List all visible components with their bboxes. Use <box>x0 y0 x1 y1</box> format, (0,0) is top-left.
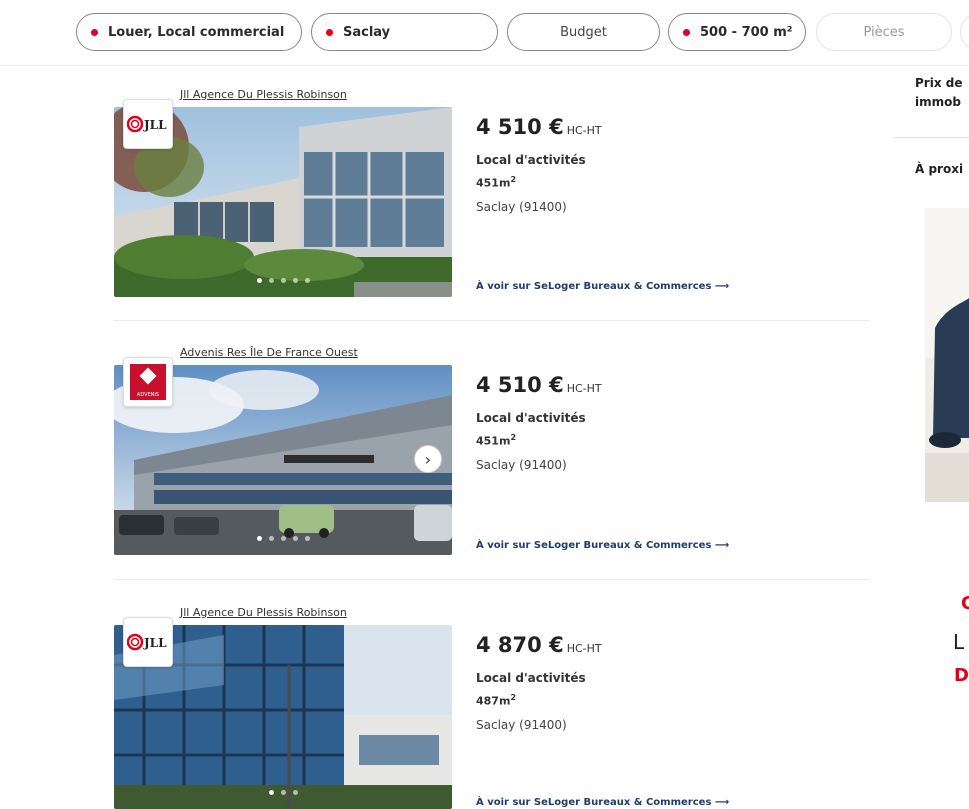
photo-pagination <box>114 790 452 795</box>
listing-info: 4 870 € HC-HT Local d'activités 487m2 Sac… <box>476 633 602 732</box>
agency-name-link[interactable]: Jll Agence Du Plessis Robinson <box>180 606 347 619</box>
listing-card[interactable]: JLL Jll Agence Du Plessis Robinson <box>114 88 869 297</box>
listing-price: 4 870 € HC-HT <box>476 633 602 657</box>
filter-chip-label: Saclay <box>343 24 391 40</box>
filter-chip-label: Budget <box>560 24 607 40</box>
sidebar-promo-text: L <box>953 630 965 654</box>
sidebar-price-heading-line2: immob <box>915 95 961 109</box>
active-dot-icon <box>326 28 333 36</box>
filter-chip-transaction[interactable]: Louer, Local commercial <box>76 13 302 51</box>
sidebar-divider <box>893 137 969 138</box>
listing-city: Saclay (91400) <box>476 457 567 472</box>
sidebar-nearby-heading: À proxi <box>915 162 964 176</box>
svg-text:ADVENIS: ADVENIS <box>137 392 159 398</box>
listing-info: 4 510 € HC-HT Local d'activités 451m2 Sac… <box>476 373 602 472</box>
filter-chip-more[interactable] <box>960 13 969 51</box>
see-on-partner-link[interactable]: À voir sur SeLoger Bureaux & Commerces ⟶ <box>476 281 729 292</box>
filter-chip-budget[interactable]: Budget <box>507 13 660 51</box>
photo-pagination <box>114 278 452 283</box>
sidebar-promo-text-red-2: D <box>954 665 969 686</box>
agency-logo-advenis: ADVENIS <box>123 357 173 407</box>
see-on-partner-link[interactable]: À voir sur SeLoger Bureaux & Commerces ⟶ <box>476 797 729 808</box>
listing-type: Local d'activités <box>476 411 586 425</box>
listing-type: Local d'activités <box>476 153 586 167</box>
listing-divider <box>114 320 869 321</box>
sidebar-promo-image[interactable] <box>925 208 969 502</box>
agency-name-link[interactable]: Advenis Res Île De France Ouest <box>180 346 358 359</box>
svg-text:JLL: JLL <box>143 118 167 132</box>
sidebar-price-heading-line1: Prix de <box>915 76 963 90</box>
listing-type: Local d'activités <box>476 671 586 685</box>
svg-text:JLL: JLL <box>143 636 167 650</box>
listing-area: 487m2 <box>476 693 517 708</box>
listing-city: Saclay (91400) <box>476 717 567 732</box>
listing-area: 451m2 <box>476 433 517 448</box>
next-photo-button[interactable]: › <box>414 445 442 473</box>
agency-name-link[interactable]: Jll Agence Du Plessis Robinson <box>180 88 347 101</box>
listing-card[interactable]: ADVENIS Advenis Res Île De France Ouest <box>114 346 869 555</box>
chevron-right-icon: › <box>424 449 432 469</box>
listing-area: 451m2 <box>476 175 517 190</box>
photo-pagination <box>114 536 452 541</box>
agency-logo-jll: JLL <box>123 99 173 149</box>
filter-chip-surface[interactable]: 500 - 700 m² <box>668 13 806 51</box>
listing-price: 4 510 € HC-HT <box>476 373 602 397</box>
search-filter-bar: Louer, Local commercial Saclay Budget 50… <box>0 0 969 66</box>
agency-logo-jll: JLL <box>123 617 173 667</box>
active-dot-icon <box>683 28 690 36</box>
filter-chip-label: Pièces <box>863 24 905 40</box>
listing-price: 4 510 € HC-HT <box>476 115 602 139</box>
filter-chip-location[interactable]: Saclay <box>311 13 498 51</box>
listing-card[interactable]: JLL Jll Agence Du Plessis Robinson <box>114 606 869 809</box>
sidebar-promo-text-red: C <box>961 593 969 614</box>
see-on-partner-link[interactable]: À voir sur SeLoger Bureaux & Commerces ⟶ <box>476 540 729 551</box>
active-dot-icon <box>91 28 98 36</box>
listing-info: 4 510 € HC-HT Local d'activités 451m2 Sac… <box>476 115 602 214</box>
filter-chip-rooms[interactable]: Pièces <box>816 13 952 51</box>
filter-chip-label: Louer, Local commercial <box>108 24 285 40</box>
listing-city: Saclay (91400) <box>476 199 567 214</box>
filter-chip-label: 500 - 700 m² <box>700 24 793 40</box>
listing-divider <box>114 579 869 580</box>
